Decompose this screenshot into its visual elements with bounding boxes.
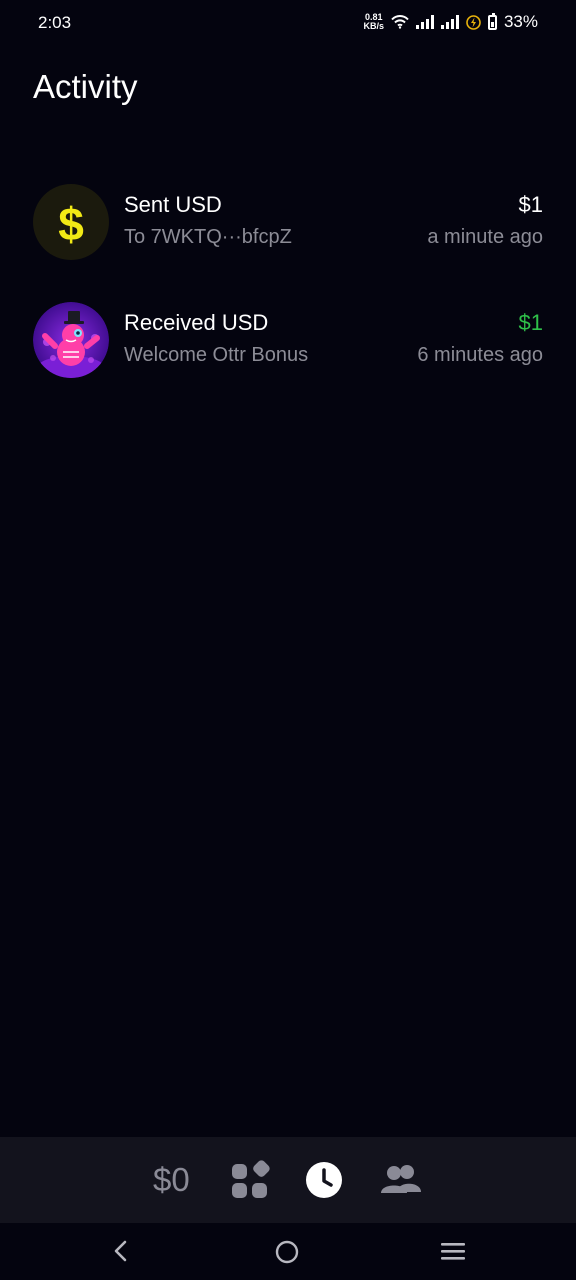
page-title: Activity bbox=[33, 68, 138, 105]
battery-icon bbox=[487, 12, 497, 30]
status-time: 2:03 bbox=[38, 13, 72, 32]
activity-title: Received USD bbox=[124, 310, 269, 335]
status-bar: 2:03 0.81 KB/s 33% bbox=[0, 0, 576, 44]
activity-title: Sent USD bbox=[124, 192, 222, 217]
activity-subtitle: Welcome Ottr Bonus bbox=[124, 344, 309, 366]
svg-text:$: $ bbox=[58, 198, 84, 250]
people-icon[interactable] bbox=[380, 1163, 422, 1197]
status-icons: 0.81 KB/s 33% bbox=[363, 10, 538, 34]
network-speed-unit: KB/s bbox=[363, 21, 384, 31]
activity-item-sent[interactable]: $ Sent USD To 7WKTQ···bfcpZ $1 a minute … bbox=[0, 184, 576, 264]
back-icon[interactable] bbox=[112, 1240, 130, 1262]
tab-balance[interactable]: $0 bbox=[153, 1161, 190, 1199]
activity-item-received[interactable]: Received USD Welcome Ottr Bonus $1 6 min… bbox=[0, 302, 576, 382]
activity-subtitle: To 7WKTQ···bfcpZ bbox=[124, 226, 292, 248]
ottr-mascot-icon bbox=[33, 302, 109, 378]
activity-amount: $1 bbox=[518, 192, 543, 217]
activity-amount: $1 bbox=[518, 310, 543, 335]
network-speed: 0.81 KB/s bbox=[363, 13, 384, 31]
bottom-tab-bar: $0 bbox=[0, 1137, 576, 1223]
signal-2-icon bbox=[440, 15, 459, 29]
menu-icon[interactable] bbox=[440, 1241, 466, 1261]
wifi-icon bbox=[391, 15, 409, 29]
clock-icon[interactable] bbox=[305, 1161, 343, 1199]
home-icon[interactable] bbox=[275, 1240, 299, 1264]
activity-time: a minute ago bbox=[427, 226, 543, 248]
signal-1-icon bbox=[415, 15, 434, 29]
system-navigation-bar bbox=[0, 1223, 576, 1280]
activity-time: 6 minutes ago bbox=[417, 344, 543, 366]
power-saver-icon bbox=[466, 14, 481, 30]
battery-percent: 33% bbox=[503, 12, 538, 31]
apps-grid-icon[interactable] bbox=[230, 1160, 270, 1200]
dollar-icon: $ bbox=[33, 184, 109, 260]
